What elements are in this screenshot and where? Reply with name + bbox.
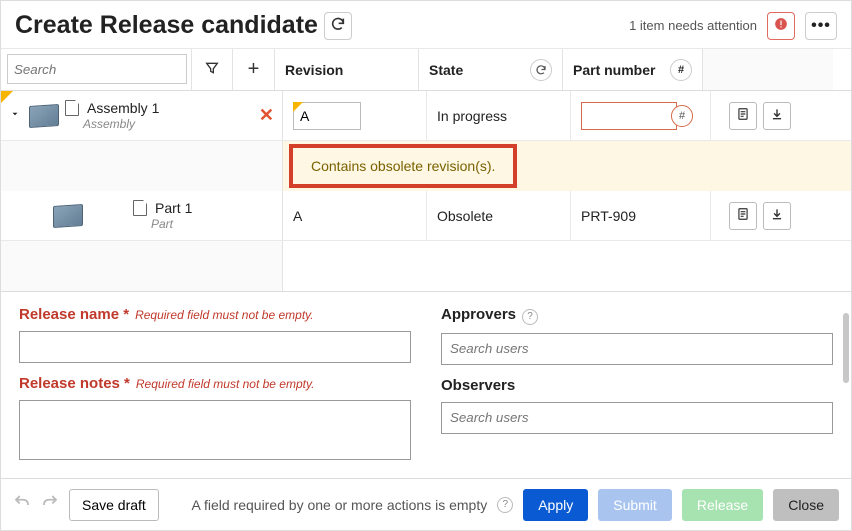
column-actions bbox=[703, 49, 833, 90]
submit-button[interactable]: Submit bbox=[598, 489, 672, 521]
release-notes-label: Release notes * bbox=[19, 375, 130, 392]
scrollbar[interactable] bbox=[843, 313, 849, 383]
download-icon bbox=[770, 207, 784, 224]
release-button[interactable]: Release bbox=[682, 489, 763, 521]
column-state-label: State bbox=[429, 62, 463, 78]
close-button[interactable]: Close bbox=[773, 489, 839, 521]
item-type: Part bbox=[151, 217, 192, 231]
save-draft-button[interactable]: Save draft bbox=[69, 489, 159, 521]
dots-icon: ••• bbox=[811, 17, 831, 35]
empty-row bbox=[1, 241, 851, 291]
assembly-icon bbox=[29, 103, 59, 127]
part-icon bbox=[53, 203, 83, 227]
release-name-input[interactable] bbox=[19, 331, 411, 363]
row-doc-button[interactable] bbox=[729, 202, 757, 230]
search-input[interactable] bbox=[7, 54, 187, 84]
warning-banner-row: Contains obsolete revision(s). bbox=[1, 141, 851, 191]
row-download-button[interactable] bbox=[763, 202, 791, 230]
warning-message: Contains obsolete revision(s). bbox=[289, 144, 517, 188]
filter-button[interactable] bbox=[191, 49, 233, 90]
release-name-error: Required field must not be empty. bbox=[135, 308, 314, 322]
apply-button[interactable]: Apply bbox=[523, 489, 588, 521]
help-icon[interactable]: ? bbox=[497, 497, 513, 513]
table-row: Assembly 1 Assembly ✕ In progress # bbox=[1, 91, 851, 141]
gen-partno-button[interactable]: # bbox=[671, 105, 693, 127]
file-icon bbox=[133, 200, 147, 216]
plus-icon: + bbox=[248, 58, 260, 81]
form-area: Release name * Required field must not b… bbox=[1, 291, 851, 470]
file-icon bbox=[65, 100, 79, 116]
column-revision-label: Revision bbox=[285, 62, 343, 78]
column-partno-label: Part number bbox=[573, 62, 655, 78]
observers-label: Observers bbox=[441, 377, 515, 394]
footer-message: A field required by one or more actions … bbox=[192, 497, 488, 513]
item-name: Assembly 1 bbox=[87, 100, 159, 117]
add-button[interactable]: + bbox=[233, 49, 275, 90]
remove-button[interactable]: ✕ bbox=[259, 105, 274, 126]
release-notes-error: Required field must not be empty. bbox=[136, 377, 315, 391]
row-doc-button[interactable] bbox=[729, 102, 757, 130]
column-revision[interactable]: Revision bbox=[275, 49, 419, 90]
corner-indicator-icon bbox=[293, 102, 303, 112]
state-cell: In progress bbox=[427, 91, 571, 140]
refresh-icon bbox=[330, 16, 346, 35]
release-notes-input[interactable] bbox=[19, 400, 411, 460]
approvers-label: Approvers bbox=[441, 306, 516, 323]
help-icon[interactable]: ? bbox=[522, 309, 538, 325]
refresh-button[interactable] bbox=[324, 12, 352, 40]
attention-text: 1 item needs attention bbox=[629, 18, 757, 33]
expand-toggle[interactable] bbox=[5, 109, 25, 122]
column-partno[interactable]: Part number # bbox=[563, 49, 703, 90]
attention-button[interactable] bbox=[767, 12, 795, 40]
observers-input[interactable] bbox=[441, 402, 833, 434]
doc-icon bbox=[736, 207, 750, 224]
table-row: Part 1 Part A Obsolete PRT-909 bbox=[1, 191, 851, 241]
warning-icon bbox=[774, 17, 788, 34]
download-icon bbox=[770, 107, 784, 124]
more-button[interactable]: ••• bbox=[805, 12, 837, 40]
undo-button[interactable] bbox=[13, 493, 31, 516]
revision-input[interactable] bbox=[293, 102, 361, 130]
item-name: Part 1 bbox=[155, 200, 192, 217]
release-name-label: Release name * bbox=[19, 306, 129, 323]
state-refresh-icon[interactable] bbox=[530, 59, 552, 81]
doc-icon bbox=[736, 107, 750, 124]
revision-cell: A bbox=[283, 191, 427, 240]
page-title: Create Release candidate bbox=[15, 11, 318, 40]
partnumber-input[interactable] bbox=[581, 102, 677, 130]
item-type: Assembly bbox=[83, 117, 159, 131]
corner-indicator-icon bbox=[1, 91, 13, 103]
redo-button[interactable] bbox=[41, 493, 59, 516]
row-download-button[interactable] bbox=[763, 102, 791, 130]
column-state[interactable]: State bbox=[419, 49, 563, 90]
state-cell: Obsolete bbox=[427, 191, 571, 240]
partnumber-cell: PRT-909 bbox=[571, 191, 711, 240]
partno-gen-icon[interactable]: # bbox=[670, 59, 692, 81]
approvers-input[interactable] bbox=[441, 333, 833, 365]
filter-icon bbox=[204, 60, 220, 79]
